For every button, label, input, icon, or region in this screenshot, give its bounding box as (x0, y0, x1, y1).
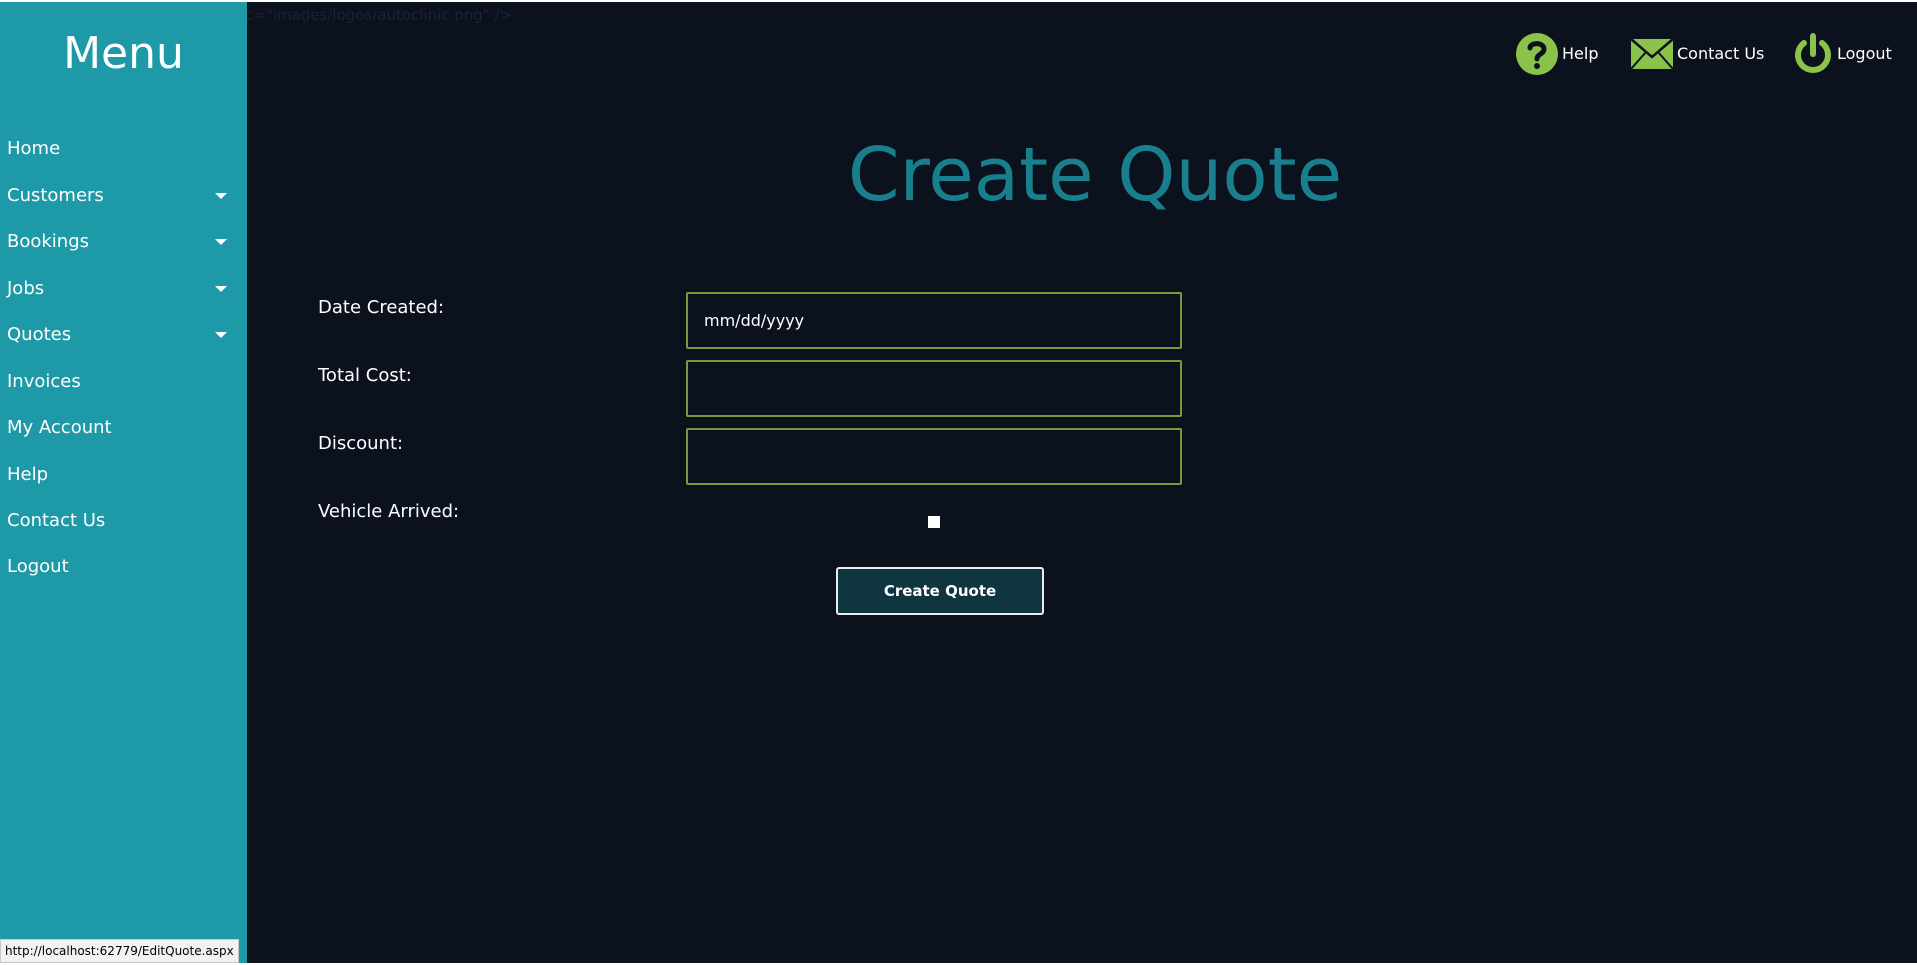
header-logout-label: Logout (1837, 44, 1892, 63)
sidebar-item-home[interactable]: Home (0, 131, 247, 167)
vehicle-arrived-label: Vehicle Arrived: (318, 501, 460, 522)
sidebar-item-label: Quotes (7, 324, 72, 345)
top-border (0, 0, 1917, 2)
envelope-icon (1630, 38, 1674, 87)
sidebar-item-label: Invoices (7, 371, 81, 392)
discount-input[interactable] (686, 428, 1182, 485)
page-title: Create Quote (847, 132, 1343, 218)
status-bar-url: http://localhost:62779/EditQuote.aspx (0, 939, 239, 963)
header-contact-link[interactable]: Contact Us (1630, 32, 1764, 76)
header-help-link[interactable]: Help (1515, 32, 1599, 76)
vehicle-arrived-checkbox[interactable] (928, 516, 940, 528)
total-cost-label: Total Cost: (318, 365, 412, 386)
sidebar-item-jobs[interactable]: Jobs (0, 271, 247, 307)
power-icon (1791, 32, 1835, 93)
sidebar-item-label: Bookings (7, 231, 90, 252)
sidebar-item-label: Logout (7, 556, 69, 577)
sidebar-item-contact-us[interactable]: Contact Us (0, 503, 247, 539)
menu-title: Menu (63, 28, 184, 79)
sidebar-item-label: Help (7, 464, 49, 485)
sidebar-item-label: Customers (7, 185, 104, 206)
sidebar-item-label: My Account (7, 417, 112, 438)
sidebar-item-invoices[interactable]: Invoices (0, 364, 247, 400)
sidebar-item-quotes[interactable]: Quotes (0, 317, 247, 353)
sidebar-item-help[interactable]: Help (0, 457, 247, 493)
caret-down-icon (215, 286, 227, 292)
header-help-label: Help (1562, 44, 1599, 63)
sidebar-item-label: Contact Us (7, 510, 106, 531)
sidebar-item-my-account[interactable]: My Account (0, 410, 247, 446)
app-viewport: c="images/logos/autoclinic.png" /> Menu … (0, 0, 1917, 965)
create-quote-button[interactable]: Create Quote (836, 567, 1044, 615)
caret-down-icon (215, 193, 227, 199)
sidebar-item-logout[interactable]: Logout (0, 549, 247, 585)
date-created-label: Date Created: (318, 297, 445, 318)
header-logout-link[interactable]: Logout (1791, 32, 1896, 76)
date-created-input[interactable] (686, 292, 1182, 349)
caret-down-icon (215, 239, 227, 245)
caret-down-icon (215, 332, 227, 338)
sidebar-item-bookings[interactable]: Bookings (0, 224, 247, 260)
question-icon (1515, 32, 1559, 93)
discount-label: Discount: (318, 433, 404, 454)
total-cost-input[interactable] (686, 360, 1182, 417)
sidebar-item-label: Home (7, 138, 61, 159)
sidebar-item-customers[interactable]: Customers (0, 178, 247, 214)
ghost-source-text: c="images/logos/autoclinic.png" /> (245, 6, 513, 24)
header-contact-label: Contact Us (1677, 44, 1765, 63)
sidebar-menu: Menu Home Customers Bookings Jobs Quotes… (0, 2, 247, 963)
sidebar-item-label: Jobs (7, 278, 45, 299)
